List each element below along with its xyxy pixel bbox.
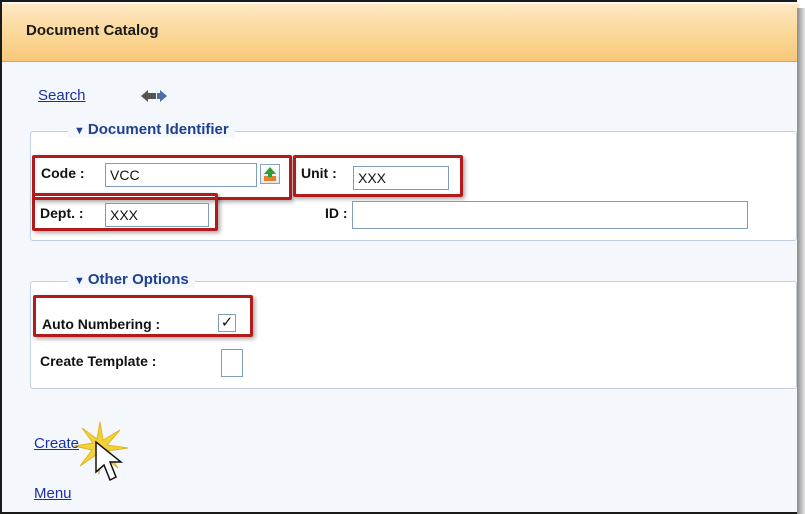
create-template-checkbox[interactable] <box>221 349 243 377</box>
other-options-legend[interactable]: ▼ Other Options <box>68 271 195 288</box>
search-link[interactable]: Search <box>38 87 86 104</box>
window-title: Document Catalog <box>2 4 799 62</box>
nav-arrows-icon[interactable] <box>140 88 178 104</box>
dept-highlight-box <box>32 193 218 231</box>
menu-link[interactable]: Menu <box>34 485 72 502</box>
collapse-triangle-icon: ▼ <box>74 125 85 137</box>
unit-highlight-box <box>293 155 463 197</box>
auto-numbering-highlight-box <box>33 295 253 337</box>
window-shadow <box>797 8 805 514</box>
document-identifier-legend-text: Document Identifier <box>87 121 229 138</box>
collapse-triangle-icon: ▼ <box>74 275 85 287</box>
document-identifier-legend[interactable]: ▼ Document Identifier <box>68 121 235 138</box>
create-link[interactable]: Create <box>34 435 79 452</box>
other-options-legend-text: Other Options <box>87 271 189 288</box>
create-template-label: Create Template : <box>40 353 157 369</box>
id-input[interactable] <box>352 201 748 229</box>
mouse-cursor-icon <box>95 440 124 482</box>
id-label: ID : <box>325 205 348 221</box>
